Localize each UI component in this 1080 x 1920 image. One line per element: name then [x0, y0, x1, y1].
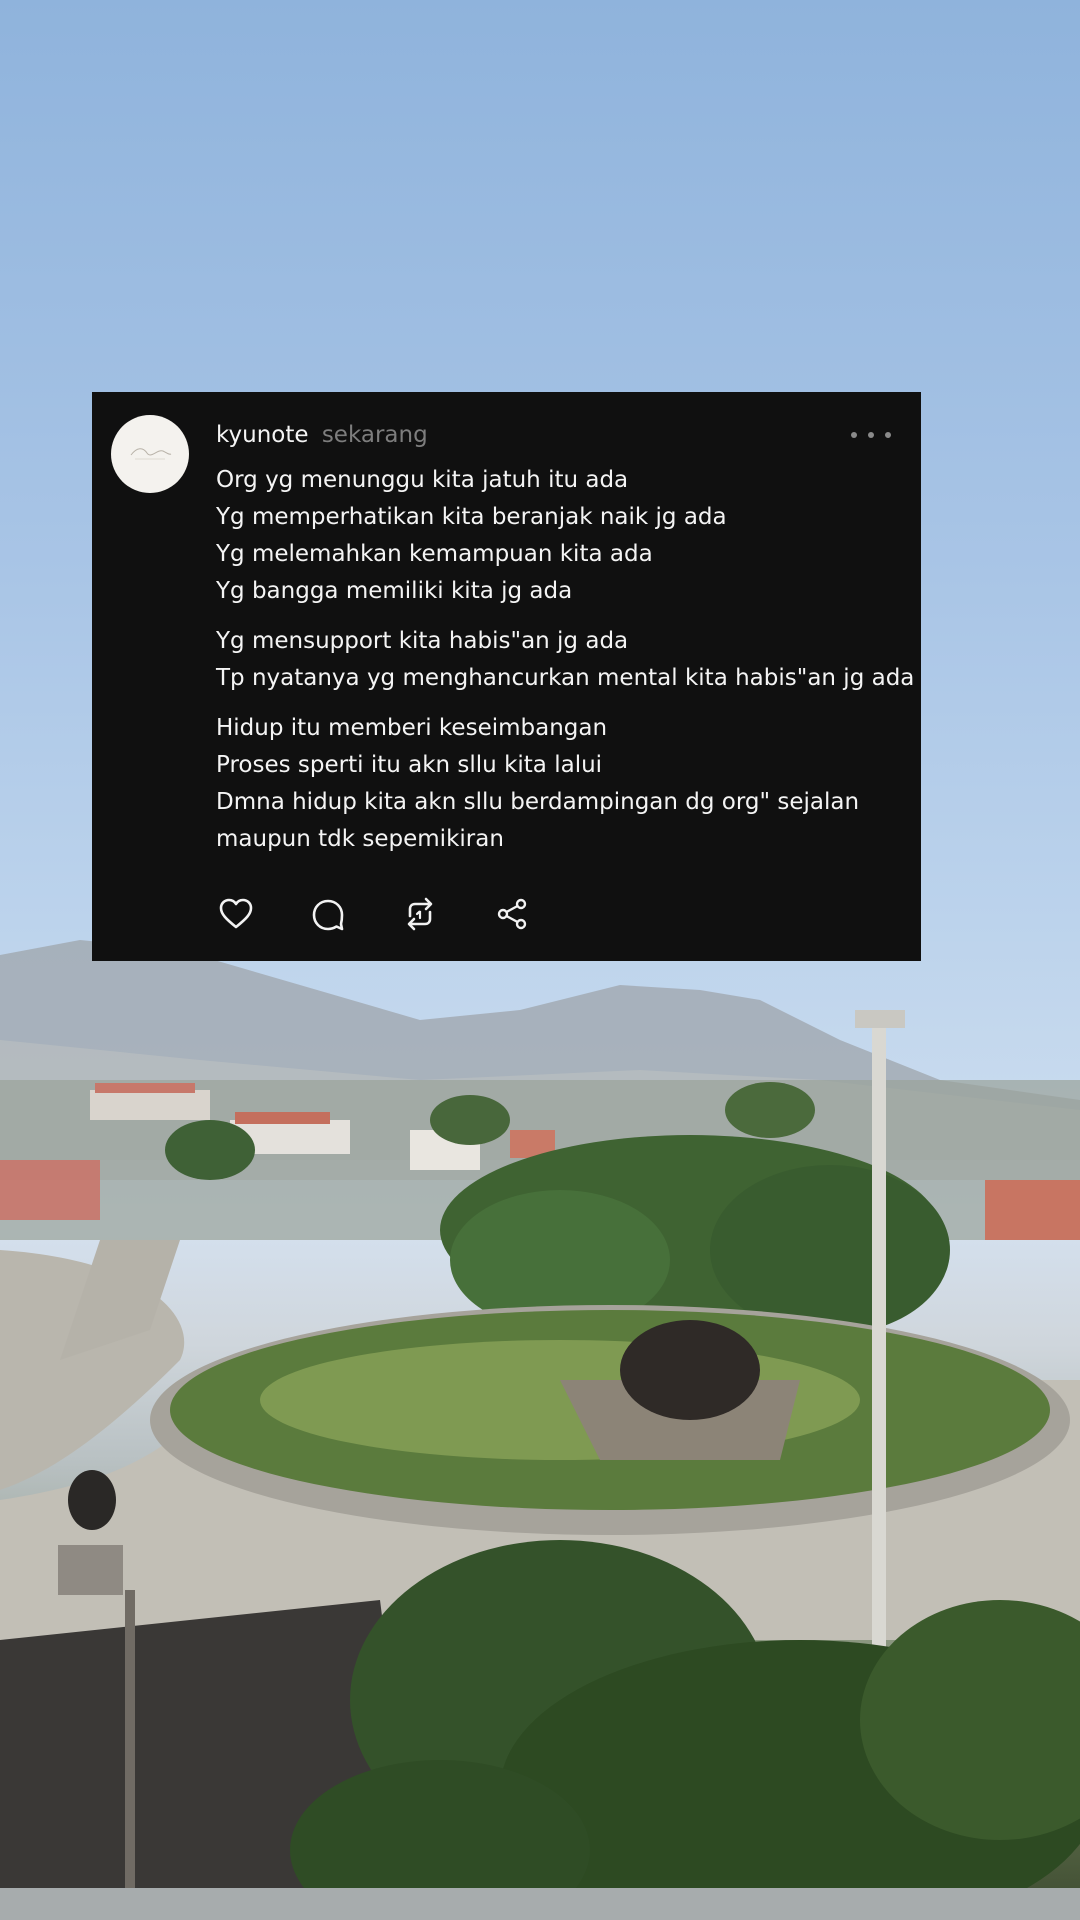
post-line: Dmna hidup kita akn sllu berdampingan dg… — [216, 789, 860, 815]
post-paragraph: Org yg menunggu kita jatuh itu ada Yg me… — [216, 462, 906, 610]
more-dot-icon — [885, 432, 891, 438]
post-line: Yg bangga memiliki kita jg ada — [216, 578, 573, 604]
share-button[interactable] — [490, 892, 534, 936]
repost-icon — [407, 897, 433, 931]
post-line: Hidup itu memberi keseimbangan — [216, 715, 608, 741]
more-dot-icon — [851, 432, 857, 438]
timestamp: sekarang — [321, 422, 428, 448]
post-actions — [214, 892, 582, 936]
post-line: Proses sperti itu akn sllu kita lalui — [216, 752, 603, 778]
post-body: Org yg menunggu kita jatuh itu ada Yg me… — [216, 462, 915, 871]
share-icon — [497, 898, 527, 930]
post-line: Yg mensupport kita habis"an jg ada — [216, 628, 629, 654]
post-line: Org yg menunggu kita jatuh itu ada — [216, 467, 629, 493]
post-line: maupun tdk sepemikiran — [216, 826, 504, 852]
post-line: Tp nyatanya yg menghancurkan mental kita… — [216, 665, 915, 691]
username[interactable]: kyunote — [216, 422, 309, 448]
post-paragraph: Hidup itu memberi keseimbangan Proses sp… — [216, 710, 906, 858]
more-options-button[interactable] — [851, 422, 891, 448]
post-card[interactable]: kyunote sekarang Org yg menunggu kita ja… — [92, 392, 921, 961]
post-header: kyunote sekarang — [216, 420, 428, 450]
post-line: Yg melemahkan kemampuan kita ada — [216, 541, 653, 567]
avatar-logo-icon — [130, 448, 172, 460]
avatar[interactable] — [111, 415, 189, 493]
post-line: Yg memperhatikan kita beranjak naik jg a… — [216, 504, 727, 530]
comment-button[interactable] — [306, 892, 350, 936]
comment-icon — [312, 899, 344, 931]
more-dot-icon — [868, 432, 874, 438]
background-photo: kyunote sekarang Org yg menunggu kita ja… — [0, 0, 1080, 1920]
post-paragraph: Yg mensupport kita habis"an jg ada Tp ny… — [216, 623, 915, 697]
repost-button[interactable] — [398, 892, 442, 936]
like-button[interactable] — [214, 892, 258, 936]
like-icon — [219, 898, 253, 929]
